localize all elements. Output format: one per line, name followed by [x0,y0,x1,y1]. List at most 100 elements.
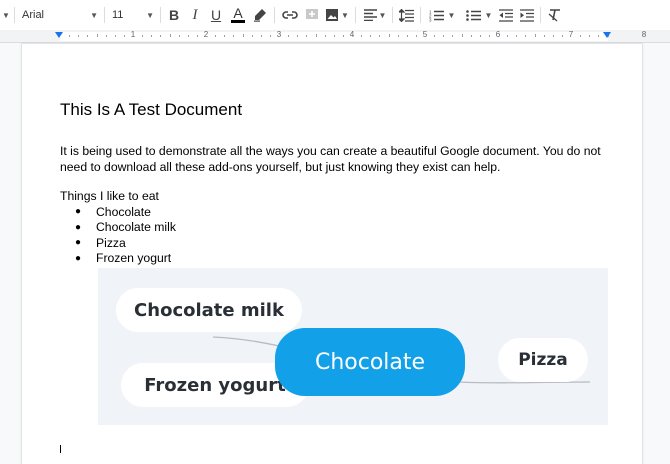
decrease-indent-icon [499,8,513,22]
align-left-icon [363,9,377,21]
ruler-tick [470,35,472,37]
text-color-swatch [231,20,245,23]
ruler-tick [534,34,536,37]
svg-text:3: 3 [429,17,432,22]
ruler-tick [589,35,591,37]
ruler-tick [233,35,235,37]
ruler-tick [96,34,98,37]
text-cursor [60,445,61,453]
chevron-down-icon: ▼ [146,10,154,20]
bullet-icon: ● [75,206,82,218]
font-size-select[interactable]: 11 ▼ [108,0,158,30]
ruler-tick [516,35,518,37]
ruler-tick [251,35,253,37]
comment-icon [306,9,318,19]
ruler-number: 2 [203,30,209,39]
chevron-down-icon: ▼ [484,10,493,20]
document-title[interactable]: This Is A Test Document [60,100,242,120]
list-heading[interactable]: Things I like to eat [60,189,159,203]
insert-image-button[interactable]: ▼ [323,0,351,30]
ruler-tick [525,35,527,37]
toolbar-divider [160,7,161,23]
bullet-icon: ● [75,252,82,264]
ruler-number: 5 [422,30,428,39]
text-color-button[interactable]: A [228,0,248,30]
clear-formatting-icon [548,9,560,22]
chevron-down-icon: ▼ [378,10,387,20]
highlighter-icon [254,9,266,22]
list-item[interactable]: ● Chocolate milk [75,220,176,236]
ruler-tick [561,35,563,37]
italic-button[interactable]: I [185,0,205,30]
ruler-tick [215,35,217,37]
list-item[interactable]: ● Chocolate [75,204,176,220]
ruler-tick [269,35,271,37]
ruler-tick [452,35,454,37]
ruler-tick [288,35,290,37]
underline-button[interactable]: U [206,0,226,30]
right-indent-marker[interactable] [603,32,611,38]
ruler-tick [461,34,463,37]
ruler-tick [479,35,481,37]
align-button[interactable]: ▼ [360,0,390,30]
ruler-tick [397,35,399,37]
ruler-tick [242,34,244,37]
mind-map-node-pizza[interactable]: Pizza [498,338,588,382]
bullet-icon: ● [75,221,82,233]
increase-indent-button[interactable] [517,0,537,30]
ruler-tick [260,35,262,37]
bold-button[interactable]: B [164,0,184,30]
ruler-tick [306,35,308,37]
toolbar-divider [355,7,356,23]
bulleted-list-icon [465,9,481,21]
list-item-label: Frozen yogurt [96,251,172,266]
intro-paragraph[interactable]: It is being used to demonstrate all the … [60,143,630,175]
ruler-tick [443,35,445,37]
toolbar-divider [274,7,275,23]
list-item[interactable]: ● Pizza [75,235,176,251]
ruler-tick [488,35,490,37]
numbered-list-icon: 1 2 3 [429,9,444,22]
toolbar-divider [420,7,421,23]
clear-formatting-button[interactable] [545,0,565,30]
list-item[interactable]: ● Frozen yogurt [75,251,176,267]
decrease-indent-button[interactable] [496,0,516,30]
ruler-tick [598,35,600,37]
overflow-caret-icon[interactable]: ▼ [0,0,12,30]
highlight-button[interactable] [250,0,270,30]
ruler-number: 8 [641,30,647,39]
toolbar: ▼ Arial ▼ 11 ▼ B I U A ▼ ▼ 1 2 3 ▼ ▼ [0,0,670,31]
numbered-list-button[interactable]: 1 2 3 ▼ [425,0,459,30]
text-color-icon: A [233,5,243,21]
mind-map-node-chocolate-milk[interactable]: Chocolate milk [116,288,302,332]
ruler-tick [580,35,582,37]
add-comment-button[interactable] [302,0,322,30]
ruler-tick [434,35,436,37]
ruler-tick [78,35,80,37]
list-item-label: Chocolate [96,204,151,219]
mind-map-image[interactable]: Chocolate milk Frozen yogurt Chocolate P… [98,268,608,425]
ruler[interactable]: 1 2 3 4 5 6 7 8 [0,30,670,43]
bullet-icon: ● [75,237,82,249]
ruler-tick [333,35,335,37]
font-family-select[interactable]: Arial ▼ [18,0,102,30]
ruler-tick [552,35,554,37]
ruler-number: 7 [568,30,574,39]
ruler-tick [406,35,408,37]
line-spacing-icon [398,8,414,22]
list-item-label: Chocolate milk [96,220,176,235]
line-spacing-button[interactable] [396,0,416,30]
mind-map-central-node[interactable]: Chocolate [275,328,465,396]
ruler-tick [324,35,326,37]
insert-link-button[interactable] [279,0,301,30]
ruler-tick [69,35,71,37]
link-icon [282,11,298,19]
increase-indent-icon [520,8,534,22]
font-size-value: 11 [112,9,124,21]
document-page[interactable]: This Is A Test Document It is being used… [22,44,642,464]
ruler-tick [361,35,363,37]
left-indent-marker[interactable] [55,32,63,38]
ruler-tick [379,35,381,37]
bulleted-list-button[interactable]: ▼ [462,0,496,30]
ruler-tick [297,35,299,37]
